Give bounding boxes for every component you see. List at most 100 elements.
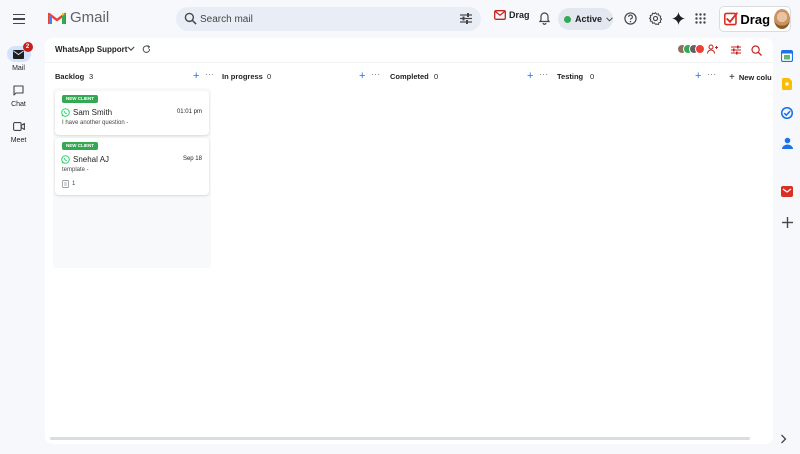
column-more-button[interactable]: ··· <box>707 70 717 79</box>
calendar-icon[interactable] <box>780 49 794 63</box>
column-header: Backlog 3 + ··· <box>45 68 214 86</box>
gear-icon[interactable] <box>649 12 662 25</box>
board-header: WhatsApp Support <box>45 38 773 63</box>
card[interactable]: NEW CLIENT Snehal AJ Sep 18 template - 1 <box>55 138 209 195</box>
column-name: Backlog <box>55 72 85 81</box>
contact-name: Snehal AJ <box>73 155 110 164</box>
user-avatar <box>695 44 705 54</box>
rail-item-mail[interactable]: 2 Mail <box>0 42 37 72</box>
chevron-down-icon[interactable] <box>127 46 135 52</box>
mail-icon <box>13 49 24 59</box>
chevron-right-icon[interactable] <box>780 434 787 444</box>
shared-users[interactable] <box>677 44 718 54</box>
add-card-button[interactable]: + <box>695 70 701 82</box>
new-column-button[interactable]: + New colu <box>729 72 772 83</box>
filter-icon[interactable] <box>731 45 741 55</box>
chat-icon-wrap <box>7 82 31 98</box>
mail-icon-wrap: 2 <box>6 42 33 62</box>
horizontal-scrollbar[interactable] <box>50 437 750 440</box>
whatsapp-icon <box>61 108 70 117</box>
checklist-icon <box>62 180 69 188</box>
status-dot <box>564 15 571 23</box>
top-bar: Gmail Drag Active <box>0 0 800 38</box>
plus-glyph <box>781 216 793 228</box>
column-completed: Completed 0 + ··· <box>380 68 548 438</box>
column-count: 3 <box>89 72 94 81</box>
gmail-logo[interactable]: Gmail <box>48 9 109 26</box>
column-count: 0 <box>267 72 272 81</box>
new-column-label: New colu <box>738 73 772 82</box>
keep-icon[interactable] <box>780 77 794 91</box>
plus-icon: + <box>729 72 735 83</box>
tasks-glyph <box>781 107 793 119</box>
unread-badge: 2 <box>22 42 33 52</box>
chevron-down-icon <box>606 16 613 22</box>
rail-meet-label: Meet <box>10 137 27 144</box>
help-icon[interactable] <box>624 12 637 25</box>
meet-icon-wrap <box>7 118 31 134</box>
add-card-button[interactable]: + <box>359 70 365 82</box>
contacts-glyph <box>781 137 793 149</box>
keep-glyph <box>782 78 792 90</box>
brand-label: Drag <box>740 11 771 27</box>
column-name: In progress <box>222 72 263 81</box>
board-columns: Backlog 3 + ··· NEW CLIENT Sam Smith 01:… <box>45 68 773 440</box>
search-bar[interactable] <box>176 7 481 31</box>
rail-mail-label: Mail <box>12 65 25 72</box>
column-header: Testing 0 + ··· <box>547 68 716 86</box>
column-count: 0 <box>434 72 439 81</box>
card-snippet: template - <box>62 167 89 173</box>
gmail-m-icon <box>48 12 66 24</box>
drag-button[interactable]: Drag <box>494 10 530 20</box>
column-testing: Testing 0 + ··· <box>547 68 716 438</box>
drag-label: Drag <box>509 10 530 20</box>
column-name: Testing <box>557 72 584 81</box>
tune-icon[interactable] <box>460 13 472 24</box>
card-task-indicator[interactable]: 1 <box>62 180 75 188</box>
app-name: Gmail <box>70 9 110 26</box>
bell-icon[interactable] <box>539 12 550 25</box>
task-count: 1 <box>72 181 76 187</box>
add-card-button[interactable]: + <box>193 70 199 82</box>
apps-grid-icon[interactable] <box>695 13 706 24</box>
card-time: Sep 18 <box>182 156 202 162</box>
add-card-button[interactable]: + <box>527 70 533 82</box>
status-selector[interactable]: Active <box>558 8 613 30</box>
column-header: Completed 0 + ··· <box>380 68 548 86</box>
column-backlog: Backlog 3 + ··· NEW CLIENT Sam Smith 01:… <box>45 68 214 438</box>
board-search-icon[interactable] <box>751 45 762 56</box>
card-tag: NEW CLIENT <box>62 95 98 103</box>
avatar[interactable] <box>774 9 790 29</box>
column-name: Completed <box>390 72 429 81</box>
board-title[interactable]: WhatsApp Support <box>55 45 127 54</box>
whatsapp-icon <box>61 155 70 164</box>
chat-icon <box>13 84 24 96</box>
rail-item-chat[interactable]: Chat <box>0 82 37 108</box>
drag-side-icon[interactable] <box>780 184 794 198</box>
card-time: 01:01 pm <box>176 109 202 115</box>
side-panel <box>774 38 800 454</box>
card-snippet: I have another question - <box>62 120 129 126</box>
sparkle-icon[interactable] <box>672 12 685 25</box>
card[interactable]: NEW CLIENT Sam Smith 01:01 pm I have ano… <box>55 91 209 135</box>
column-count: 0 <box>590 72 595 81</box>
add-addon-icon[interactable] <box>780 215 794 229</box>
search-input[interactable] <box>200 7 440 31</box>
board-panel: WhatsApp Support Backlog 3 + ··· NEW CLI… <box>45 38 773 444</box>
drag-mail-icon <box>494 10 506 20</box>
contacts-icon[interactable] <box>780 136 794 150</box>
column-in-progress: In progress 0 + ··· <box>212 68 380 438</box>
video-camera-icon <box>12 121 25 131</box>
drag-logo-icon <box>724 12 738 26</box>
tasks-icon[interactable] <box>780 106 794 120</box>
search-icon[interactable] <box>184 12 197 25</box>
card-tag: NEW CLIENT <box>62 142 98 150</box>
refresh-icon[interactable] <box>142 45 151 54</box>
main-menu-button[interactable] <box>8 8 30 30</box>
rail-chat-label: Chat <box>11 101 26 108</box>
add-person-icon[interactable] <box>707 44 718 54</box>
account-brand-box[interactable]: Drag <box>719 6 791 32</box>
rail-item-meet[interactable]: Meet <box>0 118 37 144</box>
left-rail: 2 Mail Chat Meet <box>0 38 40 454</box>
drag-side-glyph <box>781 185 793 197</box>
